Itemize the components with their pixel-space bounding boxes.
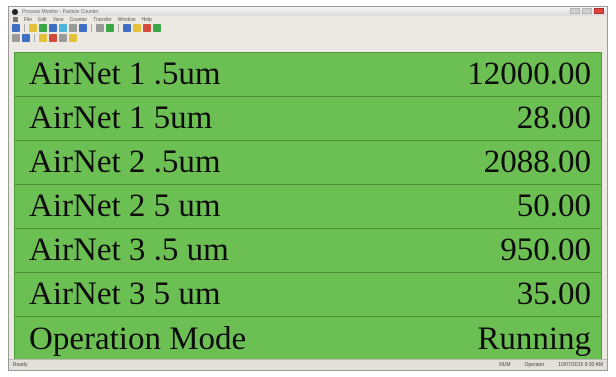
menu-edit[interactable]: Edit	[38, 17, 47, 23]
close-button[interactable]	[594, 8, 604, 14]
table-icon[interactable]	[49, 24, 57, 32]
menu-window[interactable]: Window	[118, 17, 136, 23]
alarm-icon[interactable]	[123, 24, 131, 32]
window-controls	[570, 8, 604, 14]
filter-icon[interactable]	[69, 24, 77, 32]
app-icon	[12, 8, 18, 15]
flag-icon[interactable]	[49, 34, 57, 42]
status-mode: NUM	[499, 362, 511, 368]
report-icon[interactable]	[59, 24, 67, 32]
menu-counter[interactable]: Counter	[69, 17, 87, 23]
menu-bar: File Edit View Counter Transfer Window H…	[9, 16, 607, 23]
status-date: 10/07/2015 9:30 AM	[558, 362, 603, 368]
reading-label: AirNet 3 5 um	[29, 276, 221, 312]
reading-value: 12000.00	[467, 56, 591, 92]
reading-row: AirNet 2 5 um 50.00	[15, 185, 601, 229]
operation-mode-row: Operation Mode Running	[15, 317, 601, 361]
reading-row: AirNet 2 .5um 2088.00	[15, 141, 601, 185]
globe-icon[interactable]	[22, 34, 30, 42]
reading-value: 35.00	[516, 276, 591, 312]
toolbar-separator	[24, 24, 25, 32]
alert-icon[interactable]	[59, 34, 67, 42]
reading-value: 28.00	[516, 100, 591, 136]
run-icon[interactable]	[12, 24, 20, 32]
status-bar: Ready NUM Operator 10/07/2015 9:30 AM	[9, 359, 607, 370]
menu-help[interactable]: Help	[141, 17, 151, 23]
reading-label: AirNet 3 .5 um	[29, 232, 229, 268]
toolbar-separator	[91, 24, 92, 32]
toolbar-separator	[118, 24, 119, 32]
minimize-button[interactable]	[570, 8, 580, 14]
app-window: Process Monitor - Particle Counter File …	[8, 6, 608, 371]
graph-icon[interactable]	[106, 24, 114, 32]
toolbar-separator	[34, 34, 35, 42]
reading-row: AirNet 3 5 um 35.00	[15, 273, 601, 317]
go-icon[interactable]	[153, 24, 161, 32]
open-icon[interactable]	[29, 24, 37, 32]
operation-mode-label: Operation Mode	[29, 320, 247, 357]
report-export-icon[interactable]	[143, 24, 151, 32]
info-icon[interactable]	[69, 34, 77, 42]
reading-value: 950.00	[500, 232, 591, 268]
maximize-button[interactable]	[582, 8, 592, 14]
reading-row: AirNet 1 .5um 12000.00	[15, 53, 601, 97]
menu-file[interactable]: File	[24, 17, 32, 23]
node-icon[interactable]	[12, 34, 20, 42]
settings-icon[interactable]	[96, 24, 104, 32]
star-icon[interactable]	[39, 34, 47, 42]
reading-value: 2088.00	[483, 144, 591, 180]
toolbar-secondary	[9, 33, 607, 43]
reading-value: 50.00	[516, 188, 591, 224]
readings-panel: AirNet 1 .5um 12000.00 AirNet 1 5um 28.0…	[14, 52, 602, 360]
stop-icon[interactable]	[133, 24, 141, 32]
toolbar-main	[9, 23, 607, 33]
reading-label: AirNet 2 .5um	[29, 144, 221, 180]
reading-row: AirNet 3 .5 um 950.00	[15, 229, 601, 273]
status-user: Operator	[524, 362, 545, 368]
menu-transfer[interactable]: Transfer	[93, 17, 111, 23]
reading-label: AirNet 1 5um	[29, 100, 213, 136]
operation-mode-value: Running	[477, 320, 591, 357]
window-title: Process Monitor - Particle Counter	[22, 8, 99, 15]
print-icon[interactable]	[79, 24, 87, 32]
reading-row: AirNet 1 5um 28.00	[15, 97, 601, 141]
menu-view[interactable]: View	[53, 17, 64, 23]
reading-label: AirNet 1 .5um	[29, 56, 221, 92]
menu-app-icon	[13, 17, 18, 22]
chart-icon[interactable]	[39, 24, 47, 32]
title-bar: Process Monitor - Particle Counter	[9, 7, 607, 16]
reading-label: AirNet 2 5 um	[29, 188, 221, 224]
status-text: Ready	[13, 362, 28, 368]
